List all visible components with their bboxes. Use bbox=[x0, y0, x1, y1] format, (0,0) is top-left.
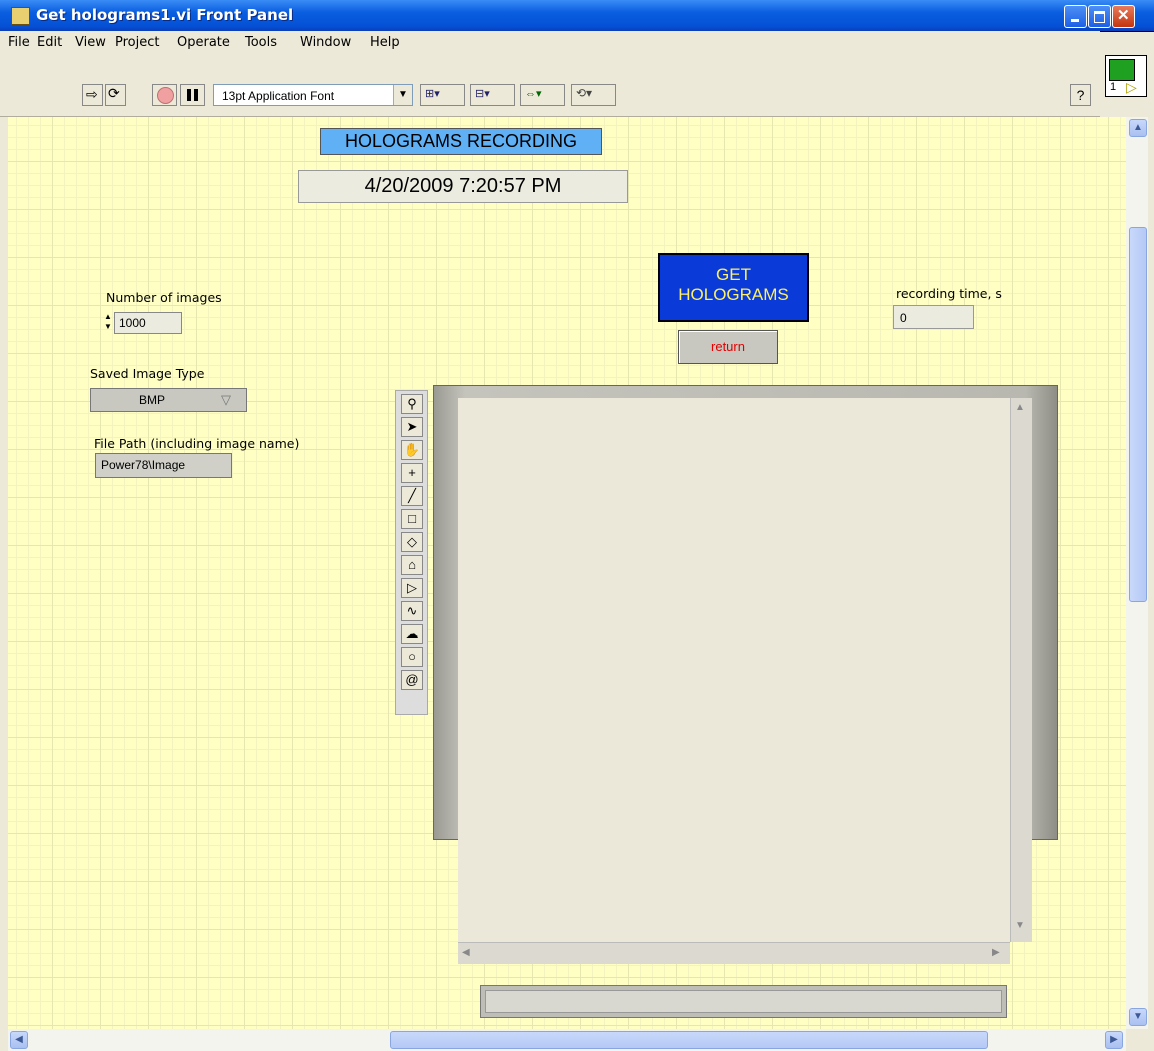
menu-operate[interactable]: Operate bbox=[177, 35, 230, 50]
recording-time-label: recording time, s bbox=[896, 286, 1002, 301]
vi-icon[interactable]: 1 ▷ bbox=[1105, 55, 1147, 97]
image-horizontal-scrollbar[interactable]: ◀ ▶ bbox=[458, 942, 1010, 964]
menu-tools[interactable]: Tools bbox=[245, 35, 277, 50]
image-vertical-scrollbar[interactable]: ▲ ▼ bbox=[1010, 398, 1032, 942]
close-button[interactable]: ✕ bbox=[1112, 5, 1135, 28]
vertical-scroll-thumb[interactable] bbox=[1129, 227, 1147, 602]
file-path-label: File Path (including image name) bbox=[94, 436, 300, 451]
menu-bar: File Edit View Project Operate Tools Win… bbox=[0, 31, 1100, 53]
image-tool-palette: ⚲ ➤ ✋ + ╱ □ ◇ ⌂ ▷ ∿ ☁ ○ @ bbox=[395, 390, 428, 715]
image-type-label: Saved Image Type bbox=[90, 366, 205, 381]
scroll-left-icon[interactable]: ◀ bbox=[462, 947, 470, 958]
page-title: HOLOGRAMS RECORDING bbox=[320, 128, 602, 155]
window-title: Get holograms1.vi Front Panel bbox=[36, 6, 294, 24]
rectangle-icon[interactable]: □ bbox=[401, 509, 423, 529]
context-help-button[interactable]: ? bbox=[1070, 84, 1091, 106]
point-icon[interactable]: + bbox=[401, 463, 423, 483]
spiral-icon[interactable]: @ bbox=[401, 670, 423, 690]
image-canvas[interactable] bbox=[458, 398, 1010, 942]
horizontal-scroll-thumb[interactable] bbox=[390, 1031, 988, 1049]
maximize-icon bbox=[1094, 11, 1105, 23]
labview-app-icon bbox=[11, 7, 30, 25]
scroll-right-icon[interactable]: ▶ bbox=[1105, 1031, 1123, 1049]
run-continuously-icon: ⟳ bbox=[108, 85, 120, 101]
num-images-stepper[interactable]: ▲ ▼ bbox=[104, 312, 113, 334]
reorder-button[interactable]: ⟲▾ bbox=[571, 84, 616, 106]
return-button[interactable]: return bbox=[678, 330, 778, 364]
freehand-region-icon[interactable]: ☁ bbox=[401, 624, 423, 644]
pause-icon bbox=[187, 89, 191, 101]
get-holograms-label-line2: HOLOGRAMS bbox=[678, 285, 789, 304]
chevron-down-icon: ▼ bbox=[393, 85, 412, 105]
reorder-icon: ⟲▾ bbox=[576, 86, 593, 100]
get-holograms-label-line1: GET bbox=[716, 265, 751, 284]
zoom-icon[interactable]: ⚲ bbox=[401, 394, 423, 414]
pointer-icon[interactable]: ➤ bbox=[401, 417, 423, 437]
menu-help[interactable]: Help bbox=[370, 35, 400, 50]
scroll-down-icon[interactable]: ▼ bbox=[1129, 1008, 1147, 1026]
image-status-text bbox=[485, 990, 1002, 1013]
pause-button[interactable] bbox=[180, 84, 205, 106]
resize-icon: ⇔▾ bbox=[525, 88, 542, 100]
dropdown-triangle-icon: ▽ bbox=[221, 392, 231, 407]
annulus-icon[interactable]: ⌂ bbox=[401, 555, 423, 575]
menu-view[interactable]: View bbox=[75, 35, 106, 50]
menu-window[interactable]: Window bbox=[300, 35, 351, 50]
vi-graph-icon bbox=[1109, 59, 1135, 81]
help-icon: ? bbox=[1076, 87, 1085, 103]
run-button[interactable]: ⇨ bbox=[82, 84, 103, 106]
recording-time-indicator: 0 bbox=[893, 305, 974, 329]
scroll-up-icon[interactable]: ▲ bbox=[1129, 119, 1147, 137]
menu-project[interactable]: Project bbox=[115, 35, 159, 50]
minimize-button[interactable] bbox=[1064, 5, 1087, 28]
image-type-value: BMP bbox=[139, 393, 166, 407]
menu-edit[interactable]: Edit bbox=[37, 35, 62, 50]
freehand-line-icon[interactable]: ∿ bbox=[401, 601, 423, 621]
run-arrow-icon: ⇨ bbox=[86, 86, 98, 102]
rotated-rectangle-icon[interactable]: ◇ bbox=[401, 532, 423, 552]
abort-button[interactable] bbox=[152, 84, 177, 106]
close-icon: ✕ bbox=[1117, 7, 1130, 24]
font-select-value: 13pt Application Font bbox=[222, 89, 335, 103]
file-path-input[interactable]: Power78\Image bbox=[95, 453, 232, 478]
distribute-icon: ⊟▾ bbox=[475, 88, 490, 100]
line-icon[interactable]: ╱ bbox=[401, 486, 423, 506]
num-images-label: Number of images bbox=[106, 290, 222, 305]
oval-icon[interactable]: ○ bbox=[401, 647, 423, 667]
align-objects-button[interactable]: ⊞▾ bbox=[420, 84, 465, 106]
polygon-icon[interactable]: ▷ bbox=[401, 578, 423, 598]
vi-run-arrow-icon: ▷ bbox=[1126, 79, 1137, 95]
pan-hand-icon[interactable]: ✋ bbox=[401, 440, 423, 460]
vi-connector-number: 1 bbox=[1110, 81, 1117, 93]
scroll-down-icon[interactable]: ▼ bbox=[1015, 920, 1025, 931]
maximize-button[interactable] bbox=[1088, 5, 1111, 28]
align-icon: ⊞▾ bbox=[425, 88, 440, 100]
scroll-left-icon[interactable]: ◀ bbox=[10, 1031, 28, 1049]
run-continuously-button[interactable]: ⟳ bbox=[105, 84, 126, 106]
menu-file[interactable]: File bbox=[8, 35, 30, 50]
font-select[interactable]: 13pt Application Font ▼ bbox=[213, 84, 413, 106]
distribute-objects-button[interactable]: ⊟▾ bbox=[470, 84, 515, 106]
num-images-input[interactable]: 1000 bbox=[114, 312, 182, 334]
scroll-right-icon[interactable]: ▶ bbox=[992, 947, 1000, 958]
decrement-icon[interactable]: ▼ bbox=[104, 322, 113, 332]
stop-icon bbox=[157, 87, 174, 104]
datetime-display: 4/20/2009 7:20:57 PM bbox=[298, 170, 628, 203]
increment-icon[interactable]: ▲ bbox=[104, 312, 113, 322]
scroll-up-icon[interactable]: ▲ bbox=[1015, 402, 1025, 413]
image-type-select[interactable]: BMP ▽ bbox=[90, 388, 247, 412]
get-holograms-button[interactable]: GET HOLOGRAMS bbox=[658, 253, 809, 322]
minimize-icon bbox=[1071, 19, 1079, 22]
resize-objects-button[interactable]: ⇔▾ bbox=[520, 84, 565, 106]
